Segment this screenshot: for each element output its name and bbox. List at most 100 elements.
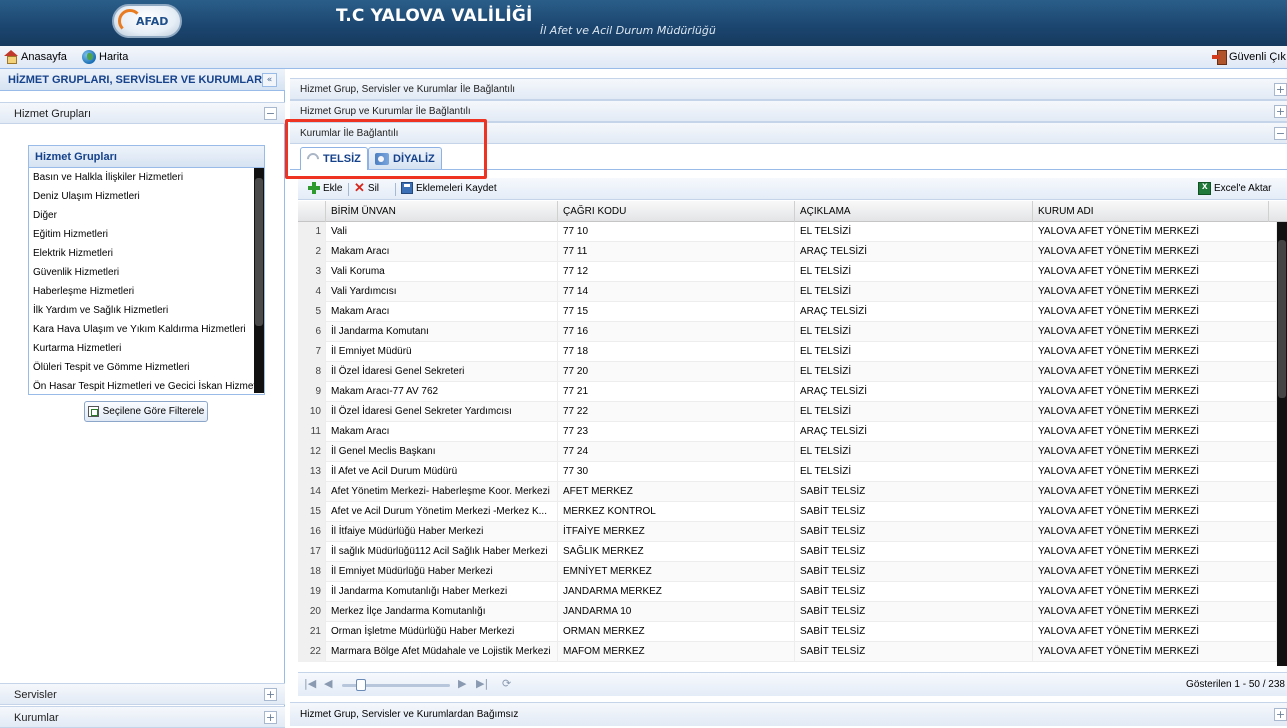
- excel-icon: [1198, 181, 1211, 195]
- hizmet-gruplari-list-box: Hizmet Grupları Basın ve Halkla İlişkile…: [28, 145, 265, 395]
- cell-kurum-adi: YALOVA AFET YÖNETİM MERKEZİ: [1033, 242, 1277, 262]
- cell-birim-unvan: Vali Yardımcısı: [326, 282, 558, 302]
- row-number: 3: [298, 262, 326, 282]
- cell-birim-unvan: Merkez İlçe Jandarma Komutanlığı: [326, 602, 558, 622]
- scrollbar-thumb[interactable]: [255, 178, 263, 326]
- filter-selected-button[interactable]: Seçilene Göre Filterele: [84, 401, 208, 422]
- table-row[interactable]: 8 İl Özel İdaresi Genel Sekreteri 77 20 EL …: [298, 362, 1277, 382]
- list-item[interactable]: Basın ve Halkla İlişkiler Hizmetleri: [29, 168, 256, 187]
- afad-logo: AFAD: [112, 4, 182, 38]
- list-box-header: Hizmet Grupları: [29, 146, 264, 168]
- expand-toggle-icon[interactable]: +: [1274, 83, 1287, 96]
- cell-kurum-adi: YALOVA AFET YÖNETİM MERKEZİ: [1033, 282, 1277, 302]
- list-item[interactable]: Eğitim Hizmetleri: [29, 225, 256, 244]
- row-number: 9: [298, 382, 326, 402]
- table-row[interactable]: 13 İl Afet ve Acil Durum Müdürü 77 30 EL TE…: [298, 462, 1277, 482]
- table-row[interactable]: 3 Vali Koruma 77 12 EL TELSİZİ YALOVA AFET Y…: [298, 262, 1277, 282]
- save-additions-button[interactable]: Eklemeleri Kaydet: [401, 182, 497, 194]
- add-button[interactable]: Ekle: [308, 182, 342, 194]
- next-page-icon[interactable]: ▶: [458, 678, 466, 690]
- map-link[interactable]: Harita: [82, 50, 128, 64]
- cell-aciklama: SABİT TELSİZ: [795, 622, 1033, 642]
- last-page-icon[interactable]: ▶|: [476, 678, 488, 690]
- column-header-aciklama[interactable]: AÇIKLAMA: [795, 201, 1033, 222]
- prev-page-icon[interactable]: ◀: [324, 678, 332, 690]
- cell-birim-unvan: Afet Yönetim Merkezi- Haberleşme Koor. M…: [326, 482, 558, 502]
- list-item[interactable]: Elektrik Hizmetleri: [29, 244, 256, 263]
- table-row[interactable]: 1 Vali 77 10 EL TELSİZİ YALOVA AFET YÖNETİM …: [298, 222, 1277, 242]
- cell-birim-unvan: İl İtfaiye Müdürlüğü Haber Merkezi: [326, 522, 558, 542]
- export-excel-button[interactable]: Excel'e Aktar: [1198, 181, 1272, 195]
- table-row[interactable]: 9 Makam Aracı-77 AV 762 77 21 ARAÇ TELSİZİ Y…: [298, 382, 1277, 402]
- table-row[interactable]: 12 İl Genel Meclis Başkanı 77 24 EL TELSİZİ…: [298, 442, 1277, 462]
- list-item[interactable]: Ölüleri Tespit ve Gömme Hizmetleri: [29, 358, 256, 377]
- list-item[interactable]: İlk Yardım ve Sağlık Hizmetleri: [29, 301, 256, 320]
- collapse-toggle-icon[interactable]: −: [264, 107, 277, 120]
- table-row[interactable]: 10 İl Özel İdaresi Genel Sekreter Yardımc…: [298, 402, 1277, 422]
- logout-link[interactable]: Güvenli Çık: [1212, 50, 1286, 65]
- toolbar-separator: [395, 183, 396, 196]
- table-row[interactable]: 21 Orman İşletme Müdürlüğü Haber Merkezi O…: [298, 622, 1277, 642]
- table-row[interactable]: 18 İl Emniyet Müdürlüğü Haber Merkezi EMNİ…: [298, 562, 1277, 582]
- list-scrollbar[interactable]: [254, 168, 264, 393]
- list-item[interactable]: Haberleşme Hizmetleri: [29, 282, 256, 301]
- table-row[interactable]: 6 İl Jandarma Komutanı 77 16 EL TELSİZİ YALO…: [298, 322, 1277, 342]
- left-panel-title: HİZMET GRUPLARI, SERVİSLER VE KURUMLAR: [8, 74, 263, 86]
- expand-toggle-icon[interactable]: +: [1274, 105, 1287, 118]
- list-item[interactable]: Deniz Ulaşım Hizmetleri: [29, 187, 256, 206]
- expand-toggle-icon[interactable]: +: [1274, 708, 1287, 721]
- delete-button-label: Sil: [367, 182, 380, 194]
- column-header-kurum-adi[interactable]: KURUM ADI: [1033, 201, 1269, 222]
- delete-button[interactable]: ✕ Sil: [354, 181, 380, 194]
- accordion-bagimsiz[interactable]: Hizmet Grup, Servisler ve Kurumlardan Ba…: [290, 702, 1287, 726]
- row-number: 15: [298, 502, 326, 522]
- row-number: 21: [298, 622, 326, 642]
- table-row[interactable]: 22 Marmara Bölge Afet Müdahale ve Lojisti…: [298, 642, 1277, 662]
- home-link[interactable]: Anasayfa: [4, 50, 67, 64]
- row-number: 16: [298, 522, 326, 542]
- accordion-hizmet-gruplari[interactable]: Hizmet Grupları −: [0, 102, 285, 124]
- row-number: 1: [298, 222, 326, 242]
- grid-header: BİRİM ÜNVAN ÇAĞRI KODU AÇIKLAMA KURUM AD…: [298, 201, 1287, 222]
- cell-kurum-adi: YALOVA AFET YÖNETİM MERKEZİ: [1033, 422, 1277, 442]
- accordion-hizmet-grup-servisler-kurumlar[interactable]: Hizmet Grup, Servisler ve Kurumlar İle B…: [290, 78, 1287, 100]
- cell-cagri-kodu: 77 11: [558, 242, 795, 262]
- cell-aciklama: EL TELSİZİ: [795, 402, 1033, 422]
- table-row[interactable]: 7 İl Emniyet Müdürü 77 18 EL TELSİZİ YALOVA …: [298, 342, 1277, 362]
- toolbar-separator: [348, 183, 349, 196]
- cell-aciklama: SABİT TELSİZ: [795, 602, 1033, 622]
- table-row[interactable]: 2 Makam Aracı 77 11 ARAÇ TELSİZİ YALOVA AFET…: [298, 242, 1277, 262]
- table-row[interactable]: 11 Makam Aracı 77 23 ARAÇ TELSİZİ YALOVA AFE…: [298, 422, 1277, 442]
- table-row[interactable]: 5 Makam Aracı 77 15 ARAÇ TELSİZİ YALOVA AFET…: [298, 302, 1277, 322]
- column-header-birim-unvan[interactable]: BİRİM ÜNVAN: [326, 201, 558, 222]
- list-item[interactable]: Diğer: [29, 206, 256, 225]
- list-item[interactable]: Kara Hava Ulaşım ve Yıkım Kaldırma Hizme…: [29, 320, 256, 339]
- table-row[interactable]: 4 Vali Yardımcısı 77 14 EL TELSİZİ YALOVA AF…: [298, 282, 1277, 302]
- table-row[interactable]: 19 İl Jandarma Komutanlığı Haber Merkezi J…: [298, 582, 1277, 602]
- accordion-kurumlar[interactable]: Kurumlar +: [0, 706, 285, 728]
- column-header-rownum: [298, 201, 326, 222]
- column-header-cagri-kodu[interactable]: ÇAĞRI KODU: [558, 201, 795, 222]
- table-row[interactable]: 20 Merkez İlçe Jandarma Komutanlığı JANDAR…: [298, 602, 1277, 622]
- scrollbar-thumb[interactable]: [1278, 240, 1286, 398]
- list-item[interactable]: Güvenlik Hizmetleri: [29, 263, 256, 282]
- cell-aciklama: ARAÇ TELSİZİ: [795, 302, 1033, 322]
- list-item[interactable]: Kurtarma Hizmetleri: [29, 339, 256, 358]
- accordion-servisler[interactable]: Servisler +: [0, 683, 285, 705]
- table-row[interactable]: 17 İl sağlık Müdürlüğü112 Acil Sağlık Hab…: [298, 542, 1277, 562]
- accordion-label: Hizmet Grup, Servisler ve Kurumlar İle B…: [300, 84, 516, 95]
- first-page-icon[interactable]: |◀: [304, 678, 316, 690]
- page-slider-handle[interactable]: [356, 679, 366, 691]
- table-row[interactable]: 15 Afet ve Acil Durum Yönetim Merkezi -Me…: [298, 502, 1277, 522]
- collapse-left-panel-button[interactable]: «: [262, 73, 277, 87]
- expand-toggle-icon[interactable]: +: [264, 711, 277, 724]
- expand-toggle-icon[interactable]: +: [264, 688, 277, 701]
- list-item[interactable]: Ön Hasar Tespit Hizmetleri ve Gecici İsk…: [29, 377, 256, 396]
- grid-toolbar: Ekle ✕ Sil Eklemeleri Kaydet Excel'e Akt…: [298, 178, 1287, 200]
- table-row[interactable]: 14 Afet Yönetim Merkezi- Haberleşme Koor.…: [298, 482, 1277, 502]
- cell-kurum-adi: YALOVA AFET YÖNETİM MERKEZİ: [1033, 642, 1277, 662]
- grid-scrollbar[interactable]: [1277, 222, 1287, 666]
- collapse-toggle-icon[interactable]: −: [1274, 127, 1287, 140]
- table-row[interactable]: 16 İl İtfaiye Müdürlüğü Haber Merkezi İTFA…: [298, 522, 1277, 542]
- refresh-icon[interactable]: ⟳: [502, 678, 511, 690]
